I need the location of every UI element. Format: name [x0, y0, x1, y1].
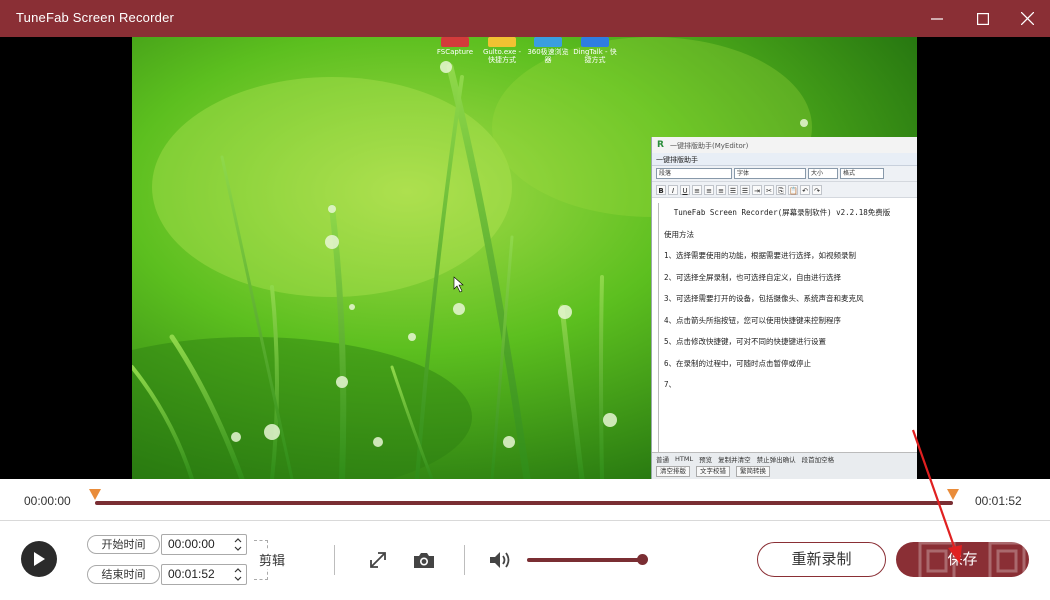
browser-icon	[534, 37, 562, 47]
editor-toolbar-1: 段落 字体 大小 格式	[652, 166, 917, 182]
editor-line: 4、点击箭头所指按钮，您可以使用快捷键来控制程序	[664, 315, 842, 325]
editor-toolbar-2: B I U ≡ ≡ ≡ ☰ ☰ ⇥ ✂ ⎘ 📋 ↶ ↷	[652, 182, 917, 198]
close-icon	[1020, 12, 1034, 25]
redo-icon: ↷	[812, 184, 822, 195]
save-button[interactable]: 保存	[896, 542, 1029, 577]
title-bar: TuneFab Screen Recorder	[0, 0, 1050, 37]
paste-icon: 📋	[788, 184, 798, 195]
timeline-end-time: 00:01:52	[975, 494, 1022, 508]
desktop-icon-label: Gulto.exe - 快捷方式	[482, 48, 522, 64]
paragraph-select: 段落	[656, 168, 732, 179]
footer-option-copy-clear: 复制并清空	[718, 456, 751, 464]
expand-icon	[370, 552, 386, 568]
footer-proofread-button: 文字校错	[696, 465, 730, 477]
indent-icon: ⇥	[752, 184, 762, 195]
start-time-value: 00:00:00	[168, 537, 215, 551]
format-select: 格式	[840, 168, 884, 179]
italic-button: I	[668, 184, 678, 195]
editor-line: 2、可选择全屏录制，也可选择自定义，自由进行选择	[664, 272, 842, 282]
snapshot-button[interactable]	[410, 547, 438, 573]
editor-line: 7、	[664, 380, 677, 389]
close-button[interactable]	[1004, 0, 1050, 37]
rerecord-button[interactable]: 重新录制	[757, 542, 886, 577]
footer-convert-button: 繁简转换	[736, 465, 770, 477]
align-left-icon: ≡	[692, 184, 702, 195]
editor-title-bar: R 一键排版助手(MyEditor)	[652, 137, 917, 153]
volume-slider-handle[interactable]	[637, 554, 648, 565]
editor-line: 使用方法	[664, 229, 694, 239]
footer-tab-html: HTML	[675, 455, 694, 463]
align-right-icon: ≡	[716, 184, 726, 195]
fscapture-icon	[441, 37, 469, 47]
align-center-icon: ≡	[704, 184, 714, 195]
cut-button[interactable]: 剪辑	[258, 550, 287, 569]
timeline-start-time: 00:00:00	[24, 494, 71, 508]
maximize-icon	[977, 12, 989, 25]
footer-tab-preview: 预览	[699, 456, 713, 464]
editor-line: 3、可选择需要打开的设备，包括摄像头、系统声音和麦克风	[664, 294, 864, 303]
camera-icon	[414, 553, 434, 568]
editor-window-capture: R 一键排版助手(MyEditor) 一键排版助手 段落 字体 大小 格式 B …	[651, 137, 917, 479]
volume-button[interactable]	[486, 547, 514, 573]
desktop-icon-360-browser: 360极速浏览器	[525, 37, 571, 64]
video-frame: FSCapture Gulto.exe - 快捷方式 360极速浏览器 Ding…	[132, 37, 917, 479]
font-select: 字体	[734, 168, 806, 179]
desktop-icon-label: DingTalk - 快捷方式	[573, 48, 617, 64]
undo-icon: ↶	[800, 184, 810, 195]
desktop-icon-label: FSCapture	[436, 48, 474, 56]
minimize-button[interactable]	[914, 0, 960, 37]
minimize-icon	[931, 17, 943, 20]
timeline-track[interactable]	[95, 501, 953, 505]
desktop-icon-label: 360极速浏览器	[527, 48, 569, 64]
app-title: TuneFab Screen Recorder	[16, 10, 175, 25]
editor-title: 一键排版助手(MyEditor)	[670, 142, 749, 150]
cut-icon: ✂	[764, 184, 774, 195]
end-time-spinner-icon[interactable]	[234, 567, 242, 582]
list-icon: ☰	[728, 184, 738, 195]
start-time-spinner-icon[interactable]	[234, 537, 242, 552]
play-icon	[34, 552, 45, 566]
video-preview[interactable]: FSCapture Gulto.exe - 快捷方式 360极速浏览器 Ding…	[0, 37, 1050, 479]
desktop-icon-gulto: Gulto.exe - 快捷方式	[479, 37, 525, 64]
timeline: 00:00:00 00:01:52	[0, 479, 1050, 521]
numbered-list-icon: ☰	[740, 184, 750, 195]
editor-footer: 普通 HTML 预览 复制并清空 禁止弹出确认 段首加空格 清空排版 文字校错 …	[652, 452, 917, 479]
editor-line: 6、在录制的过程中，可随时点击暂停或停止	[664, 358, 812, 368]
control-bar: 开始时间 00:00:00 结束时间 00:01:52 剪辑 重新录制 保存	[0, 521, 1050, 600]
speaker-icon	[490, 552, 510, 568]
editor-line: 1、选择需要使用的功能，根据需要进行选择，如视频录制	[664, 251, 857, 260]
start-time-label: 开始时间	[87, 535, 160, 554]
end-time-label: 结束时间	[87, 565, 160, 584]
editor-tab-label: 一键排版助手	[656, 156, 698, 164]
trim-start-handle[interactable]	[89, 489, 101, 501]
divider	[334, 545, 335, 575]
desktop-icon-dingtalk: DingTalk - 快捷方式	[572, 37, 618, 64]
copy-icon: ⎘	[776, 184, 786, 195]
editor-text-area: TuneFab Screen Recorder(屏幕录制软件) v2.2.18免…	[658, 203, 912, 453]
editor-line: TuneFab Screen Recorder(屏幕录制软件) v2.2.18免…	[673, 208, 891, 217]
bold-button: B	[656, 184, 666, 195]
footer-option-indent: 段首加空格	[801, 456, 835, 464]
end-time-value: 00:01:52	[168, 567, 215, 581]
desktop-icon-fscapture: FSCapture	[432, 37, 478, 56]
dingtalk-icon	[581, 37, 609, 47]
trim-end-handle[interactable]	[947, 489, 959, 501]
editor-logo-icon: R	[657, 140, 664, 150]
editor-line: 5、点击修改快捷键，可对不同的快捷键进行设置	[664, 337, 827, 346]
gulto-icon	[488, 37, 516, 47]
size-select: 大小	[808, 168, 838, 179]
divider	[464, 545, 465, 575]
fullscreen-button[interactable]	[364, 547, 392, 573]
footer-tab-normal: 普通	[656, 456, 669, 464]
footer-clear-button: 清空排版	[656, 465, 690, 477]
footer-option-no-popup: 禁止弹出确认	[756, 456, 796, 464]
maximize-button[interactable]	[960, 0, 1006, 37]
editor-tab: 一键排版助手	[652, 153, 917, 166]
volume-slider[interactable]	[527, 558, 643, 562]
end-time-input[interactable]: 00:01:52	[161, 564, 247, 585]
underline-button: U	[680, 184, 690, 195]
start-time-input[interactable]: 00:00:00	[161, 534, 247, 555]
play-button[interactable]	[21, 541, 57, 577]
